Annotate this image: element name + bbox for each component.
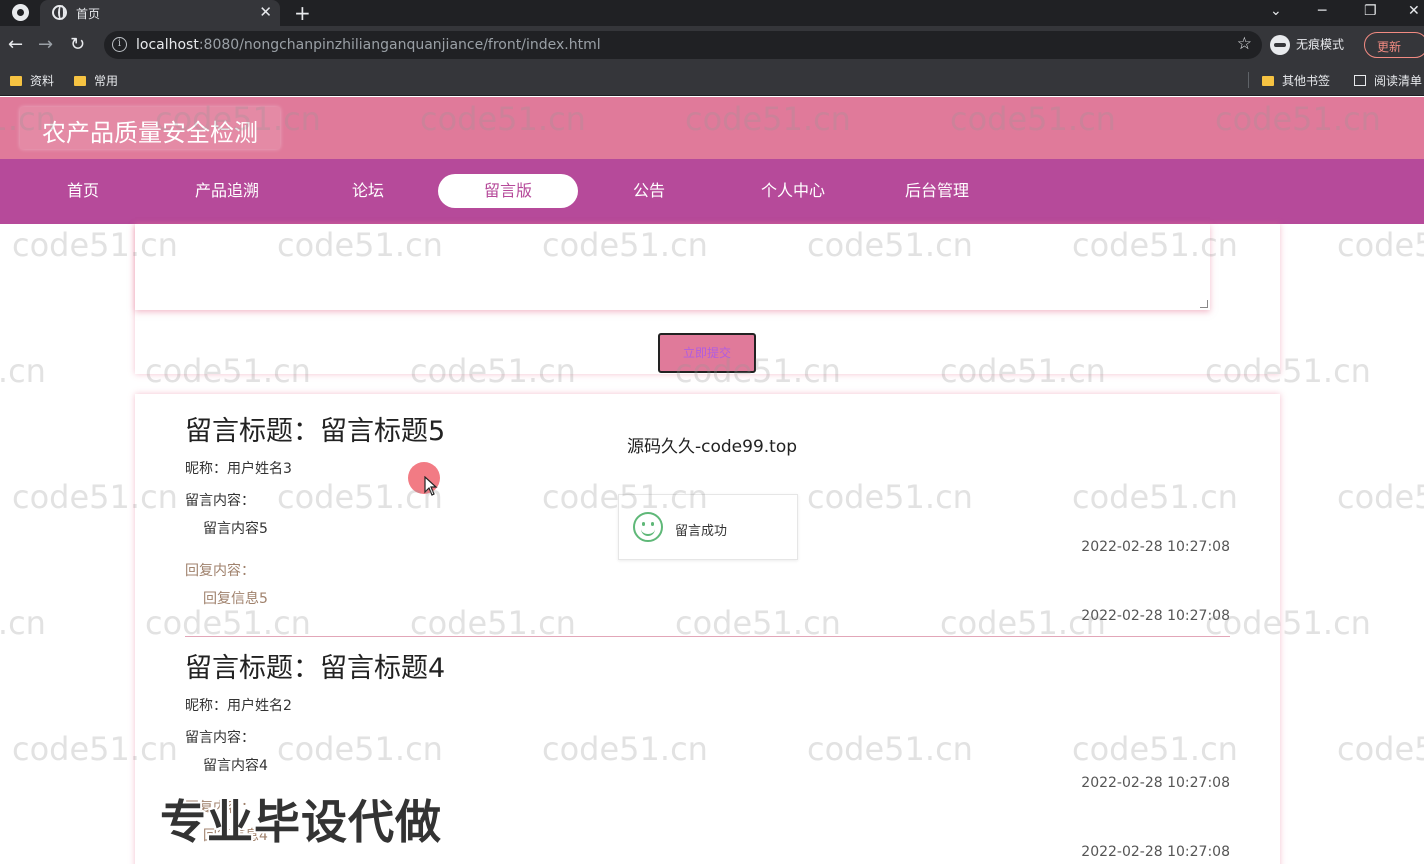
folder-icon bbox=[1262, 76, 1274, 86]
minimize-icon[interactable]: ─ bbox=[1318, 3, 1326, 19]
nav-admin[interactable]: 后台管理 bbox=[882, 174, 992, 208]
url-text: localhost:8080/nongchanpinzhilianganquan… bbox=[136, 37, 601, 53]
resize-grip-icon[interactable] bbox=[1200, 300, 1208, 308]
incognito-icon bbox=[1270, 35, 1290, 55]
nav-notice[interactable]: 公告 bbox=[594, 174, 704, 208]
message-content-label: 留言内容： bbox=[185, 730, 255, 746]
promo-banner: 专业毕设代做 bbox=[160, 795, 442, 849]
nav-personal-center[interactable]: 个人中心 bbox=[738, 174, 848, 208]
tab-title: 首页 bbox=[76, 7, 101, 21]
watermark-text: code51.cn bbox=[0, 604, 46, 642]
bookmark-star-icon[interactable]: ☆ bbox=[1237, 34, 1252, 54]
folder-icon bbox=[74, 76, 86, 86]
source-watermark-text: 源码久久-code99.top bbox=[627, 437, 798, 457]
browser-tab[interactable]: 首页 ✕ bbox=[40, 0, 280, 26]
new-tab-icon[interactable]: + bbox=[294, 1, 311, 25]
message-nickname: 昵称：用户姓名2 bbox=[185, 698, 292, 714]
smile-icon bbox=[633, 512, 663, 542]
close-window-icon[interactable]: ✕ bbox=[1408, 3, 1420, 19]
bookmarks-divider bbox=[1248, 72, 1249, 88]
message-content: 留言内容4 bbox=[203, 758, 268, 774]
main-nav: 首页 产品追溯 论坛 留言版 公告 个人中心 后台管理 bbox=[0, 159, 1424, 224]
site-title: 农产品质量安全检测 bbox=[20, 107, 280, 149]
message-nickname: 昵称：用户姓名3 bbox=[185, 461, 292, 477]
nav-message-board[interactable]: 留言版 bbox=[438, 174, 578, 208]
browser-tabstrip: 首页 ✕ + ⌄ ─ ❐ ✕ bbox=[0, 0, 1424, 26]
globe-icon bbox=[52, 5, 67, 20]
bookmarks-bar: 资料 常用 其他书签 阅读清单 bbox=[0, 64, 1424, 96]
message-textarea[interactable] bbox=[135, 224, 1210, 310]
site-header: 农产品质量安全检测 bbox=[0, 97, 1424, 159]
success-toast: 留言成功 bbox=[618, 494, 798, 560]
reply-label: 回复内容： bbox=[185, 563, 255, 579]
site-info-icon[interactable]: i bbox=[112, 37, 127, 52]
watermark-text: code51.cn bbox=[1337, 226, 1424, 264]
bookmark-folder-changyong[interactable]: 常用 bbox=[74, 72, 118, 89]
chrome-logo-icon bbox=[12, 4, 29, 21]
reading-list-icon bbox=[1354, 75, 1366, 86]
nav-home[interactable]: 首页 bbox=[28, 174, 138, 208]
incognito-indicator[interactable]: 无痕模式 bbox=[1270, 35, 1344, 55]
message-form: 立即提交 bbox=[135, 224, 1280, 374]
reload-icon[interactable]: ↻ bbox=[70, 34, 85, 55]
message-time: 2022-02-28 10:27:08 bbox=[1081, 775, 1230, 791]
reading-list[interactable]: 阅读清单 bbox=[1354, 72, 1422, 89]
folder-icon bbox=[10, 76, 22, 86]
close-tab-icon[interactable]: ✕ bbox=[259, 3, 272, 21]
watermark-text: code51.cn bbox=[1337, 730, 1424, 768]
address-bar[interactable]: i localhost:8080/nongchanpinzhilianganqu… bbox=[104, 31, 1262, 59]
nav-forum[interactable]: 论坛 bbox=[313, 174, 423, 208]
message-divider bbox=[185, 636, 1230, 637]
watermark-text: code51.cn bbox=[0, 352, 46, 390]
bookmark-folder-ziliao[interactable]: 资料 bbox=[10, 72, 54, 89]
reply-content: 回复信息5 bbox=[203, 591, 268, 607]
nav-product-trace[interactable]: 产品追溯 bbox=[172, 174, 282, 208]
forward-icon[interactable]: → bbox=[38, 34, 53, 55]
reply-time: 2022-02-28 10:27:08 bbox=[1081, 608, 1230, 624]
bookmark-folder-other[interactable]: 其他书签 bbox=[1262, 72, 1330, 89]
submit-button[interactable]: 立即提交 bbox=[658, 333, 756, 373]
watermark-text: code51.cn bbox=[1337, 478, 1424, 516]
toast-text: 留言成功 bbox=[675, 524, 728, 539]
browser-toolbar: ← → ↻ i localhost:8080/nongchanpinzhilia… bbox=[0, 26, 1424, 64]
back-icon[interactable]: ← bbox=[8, 34, 23, 55]
reply-time: 2022-02-28 10:27:08 bbox=[1081, 844, 1230, 860]
message-time: 2022-02-28 10:27:08 bbox=[1081, 539, 1230, 555]
message-title: 留言标题：留言标题4 bbox=[185, 653, 446, 684]
tab-search-icon[interactable]: ⌄ bbox=[1270, 3, 1282, 19]
update-button[interactable]: 更新 bbox=[1364, 32, 1424, 58]
restore-icon[interactable]: ❐ bbox=[1364, 3, 1377, 19]
